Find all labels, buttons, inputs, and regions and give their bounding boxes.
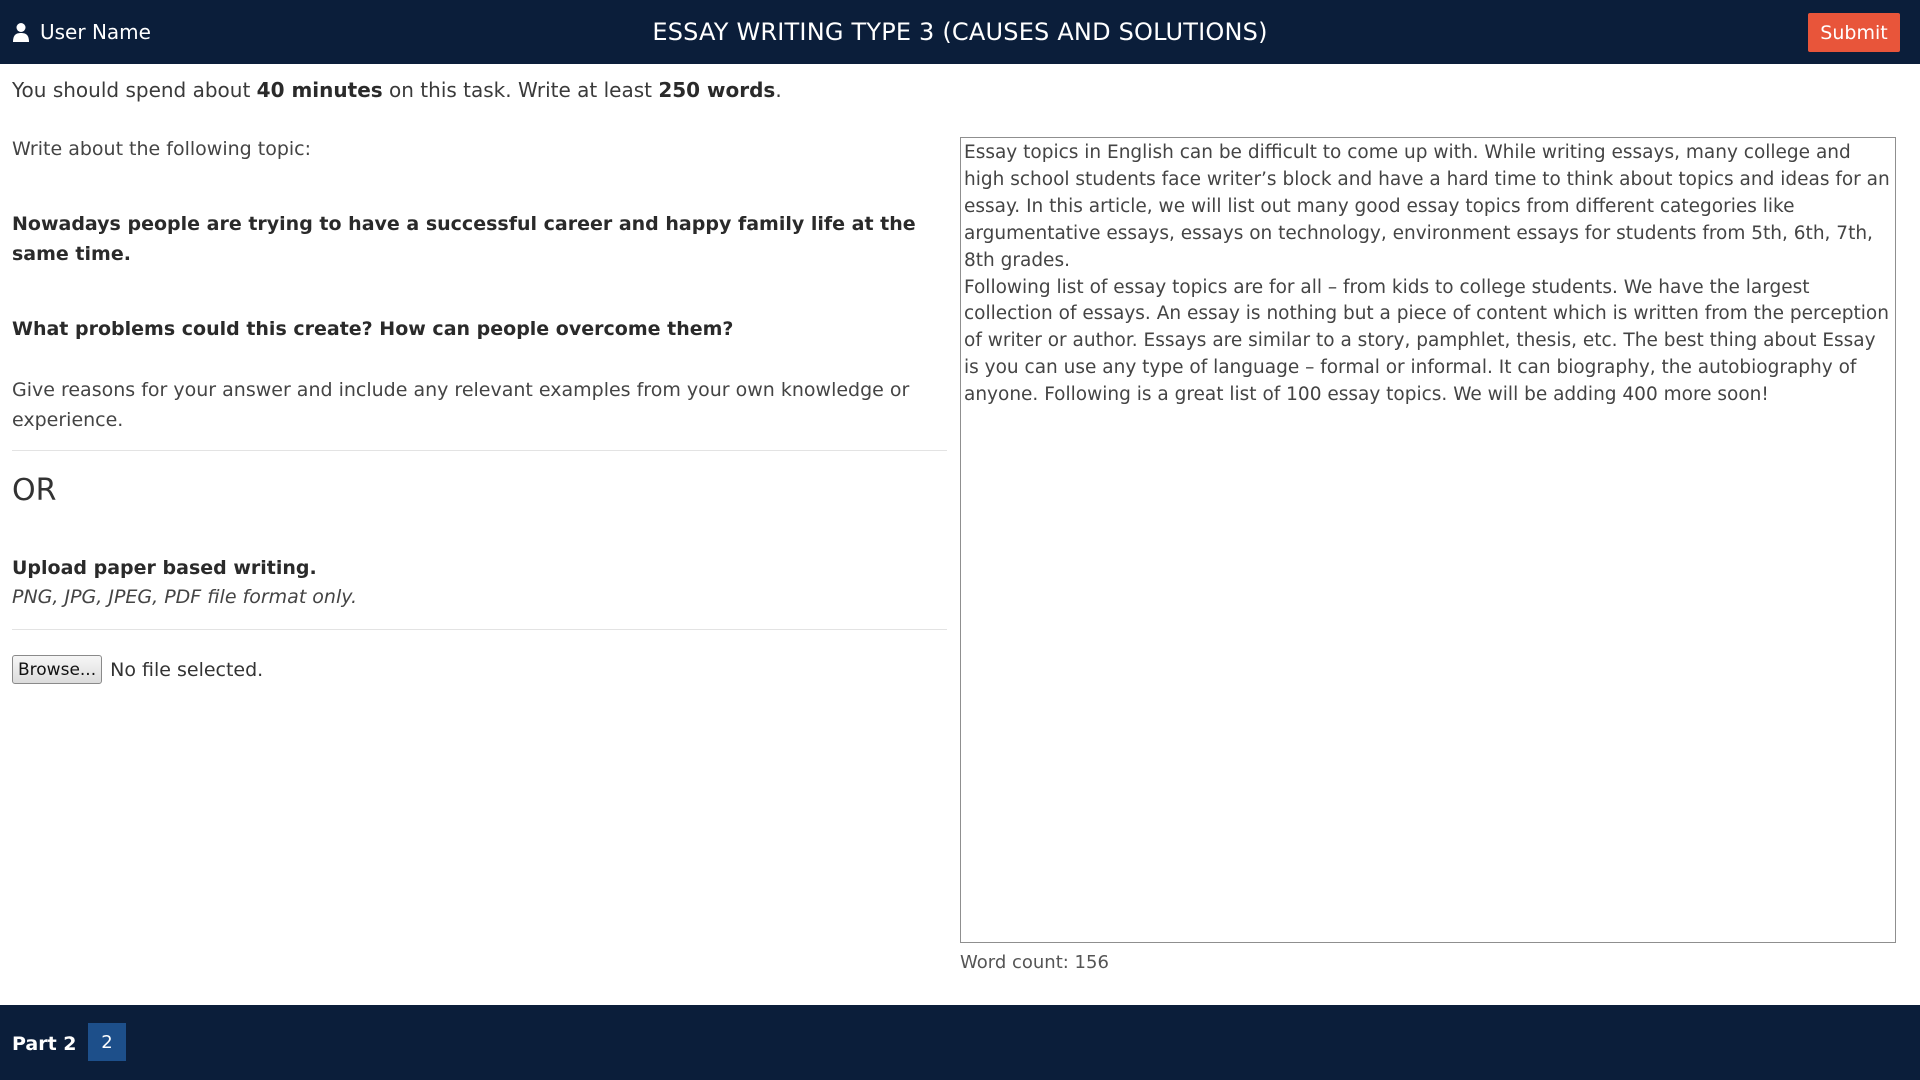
word-count: Word count: 156 bbox=[960, 952, 1109, 973]
task-statement: Nowadays people are trying to have a suc… bbox=[12, 213, 916, 265]
top-bar: User Name ESSAY WRITING TYPE 3 (CAUSES A… bbox=[0, 0, 1920, 64]
part-2-button[interactable]: 2 bbox=[88, 1023, 126, 1061]
task-guidance: Give reasons for your answer and include… bbox=[12, 379, 910, 431]
submit-button[interactable]: Submit bbox=[1808, 13, 1900, 52]
instruction-minutes: 40 minutes bbox=[256, 78, 383, 102]
essay-textarea[interactable]: Essay topics in English can be difficult… bbox=[960, 137, 1896, 943]
part-label: Part 2 bbox=[12, 1033, 77, 1055]
or-label: OR bbox=[12, 473, 57, 508]
task-question: What problems could this create? How can… bbox=[12, 318, 734, 340]
task-panel: Write about the following topic: Nowaday… bbox=[12, 134, 947, 684]
upload-heading: Upload paper based writing. bbox=[12, 557, 317, 579]
instruction-words: 250 words bbox=[658, 78, 776, 102]
task-intro: Write about the following topic: bbox=[12, 138, 311, 160]
bottom-bar: Part 2 2 bbox=[0, 1005, 1920, 1080]
user-icon bbox=[13, 23, 29, 42]
divider bbox=[12, 450, 947, 451]
user-info: User Name bbox=[12, 0, 151, 64]
instruction-text-3: . bbox=[775, 78, 782, 102]
instruction-text-2: on this task. Write at least bbox=[382, 78, 659, 102]
browse-button[interactable]: Browse... bbox=[12, 655, 103, 684]
page-title: ESSAY WRITING TYPE 3 (CAUSES AND SOLUTIO… bbox=[652, 18, 1268, 46]
user-name: User Name bbox=[40, 20, 151, 44]
time-instructions: You should spend about 40 minutes on thi… bbox=[12, 78, 782, 102]
divider bbox=[12, 629, 947, 630]
upload-formats: PNG, JPG, JPEG, PDF file format only. bbox=[12, 586, 358, 608]
instruction-text-1: You should spend about bbox=[12, 78, 257, 102]
file-upload: Browse... No file selected. bbox=[12, 655, 947, 684]
file-status: No file selected. bbox=[110, 658, 264, 681]
